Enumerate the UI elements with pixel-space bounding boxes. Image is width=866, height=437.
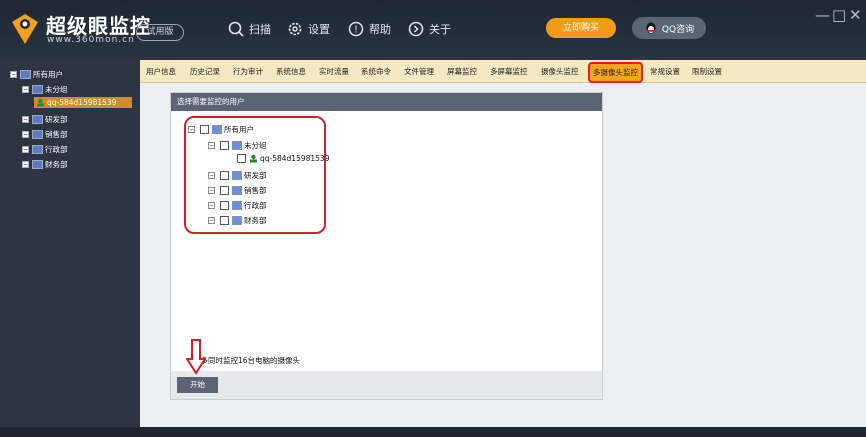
collapse-icon[interactable]: − xyxy=(10,71,17,78)
sidebar-group-admin[interactable]: − 行政部 xyxy=(22,144,68,155)
sidebar-root-label: 所有用户 xyxy=(33,70,63,79)
computer-group-icon xyxy=(32,145,43,154)
search-icon xyxy=(228,21,244,37)
svg-text:!: ! xyxy=(354,25,358,36)
tab-behavior-audit[interactable]: 行为审计 xyxy=(233,66,263,77)
sidebar-group-label: 行政部 xyxy=(45,145,68,154)
user-icon xyxy=(37,98,44,107)
app-url: www.360mon.cn xyxy=(47,35,135,45)
sidebar-group-finance[interactable]: − 财务部 xyxy=(22,159,68,170)
computer-group-icon xyxy=(20,70,31,79)
tab-screen-monitor[interactable]: 屏幕监控 xyxy=(447,66,477,77)
tab-multi-camera-monitor[interactable]: 多摄像头监控 xyxy=(588,62,643,83)
info-icon: ! xyxy=(348,21,364,37)
collapse-icon[interactable]: − xyxy=(22,146,29,153)
sidebar-group-rd[interactable]: − 研发部 xyxy=(22,114,68,125)
collapse-icon[interactable]: − xyxy=(22,161,29,168)
qq-consult-button[interactable]: QQ咨询 xyxy=(632,17,706,39)
tab-restriction-settings[interactable]: 限制设置 xyxy=(692,66,722,77)
sidebar xyxy=(0,60,140,437)
collapse-icon[interactable]: − xyxy=(22,131,29,138)
computer-group-icon xyxy=(32,85,43,94)
tab-system-info[interactable]: 系统信息 xyxy=(276,66,306,77)
sidebar-root[interactable]: − 所有用户 xyxy=(10,69,63,80)
sidebar-user-label: qq-584d15981539 xyxy=(47,98,117,107)
tab-history[interactable]: 历史记录 xyxy=(190,66,220,77)
nav-settings[interactable]: 设置 xyxy=(287,19,330,39)
tab-file-manager[interactable]: 文件管理 xyxy=(404,66,434,77)
minimize-button[interactable]: — xyxy=(815,6,830,24)
nav-help-label: 帮助 xyxy=(369,23,391,36)
tab-system-command[interactable]: 系统命令 xyxy=(361,66,391,77)
collapse-icon[interactable]: − xyxy=(22,116,29,123)
nav-settings-label: 设置 xyxy=(308,23,330,36)
sidebar-group-label: 未分组 xyxy=(45,85,68,94)
computer-group-icon xyxy=(32,160,43,169)
nav-scan-label: 扫描 xyxy=(249,23,271,36)
sidebar-group-label: 研发部 xyxy=(45,115,68,124)
buy-button[interactable]: 立即购买 xyxy=(546,18,616,38)
tab-general-settings[interactable]: 常规设置 xyxy=(650,66,680,77)
panel-footer xyxy=(171,371,602,399)
nav-about-label: 关于 xyxy=(429,23,451,36)
status-strip xyxy=(0,427,866,437)
sidebar-user[interactable]: qq-584d15981539 xyxy=(36,98,116,107)
panel-header: 选择需要监控的用户 xyxy=(171,93,602,111)
camera-limit-hint: 最多同时监控16台电脑的摄像头 xyxy=(193,356,301,365)
nav-scan[interactable]: 扫描 xyxy=(228,19,271,39)
maximize-button[interactable]: □ xyxy=(832,6,846,24)
arrow-right-circle-icon xyxy=(408,21,424,37)
sidebar-group-unassigned[interactable]: − 未分组 xyxy=(22,84,68,95)
tab-user-info[interactable]: 用户信息 xyxy=(146,66,176,77)
qq-penguin-icon xyxy=(646,22,656,34)
nav-help[interactable]: ! 帮助 xyxy=(348,19,391,39)
tab-multi-screen-monitor[interactable]: 多屏幕监控 xyxy=(490,66,528,77)
qq-consult-label: QQ咨询 xyxy=(661,24,695,35)
tab-bar: 用户信息 历史记录 行为审计 系统信息 实时流量 系统命令 文件管理 屏幕监控 … xyxy=(140,60,866,83)
computer-group-icon xyxy=(32,115,43,124)
sidebar-group-label: 销售部 xyxy=(45,130,68,139)
close-button[interactable]: ✕ xyxy=(849,6,862,24)
start-button[interactable]: 开始 xyxy=(177,377,218,393)
logo-icon xyxy=(12,14,38,44)
annotation-highlight-box xyxy=(184,116,326,234)
nav-about[interactable]: 关于 xyxy=(408,19,451,39)
arrow-down-annotation-icon xyxy=(186,339,206,375)
sidebar-group-sales[interactable]: − 销售部 xyxy=(22,129,68,140)
collapse-icon[interactable]: − xyxy=(22,86,29,93)
computer-group-icon xyxy=(32,130,43,139)
title-bar: 超级眼监控 www.360mon.cn 试用版 扫描 设置 ! 帮助 关于 立即… xyxy=(0,0,866,60)
gear-icon xyxy=(288,22,302,36)
tab-realtime-traffic[interactable]: 实时流量 xyxy=(319,66,349,77)
tab-camera-monitor[interactable]: 摄像头监控 xyxy=(541,66,579,77)
trial-badge: 试用版 xyxy=(136,24,184,41)
sidebar-group-label: 财务部 xyxy=(45,160,68,169)
